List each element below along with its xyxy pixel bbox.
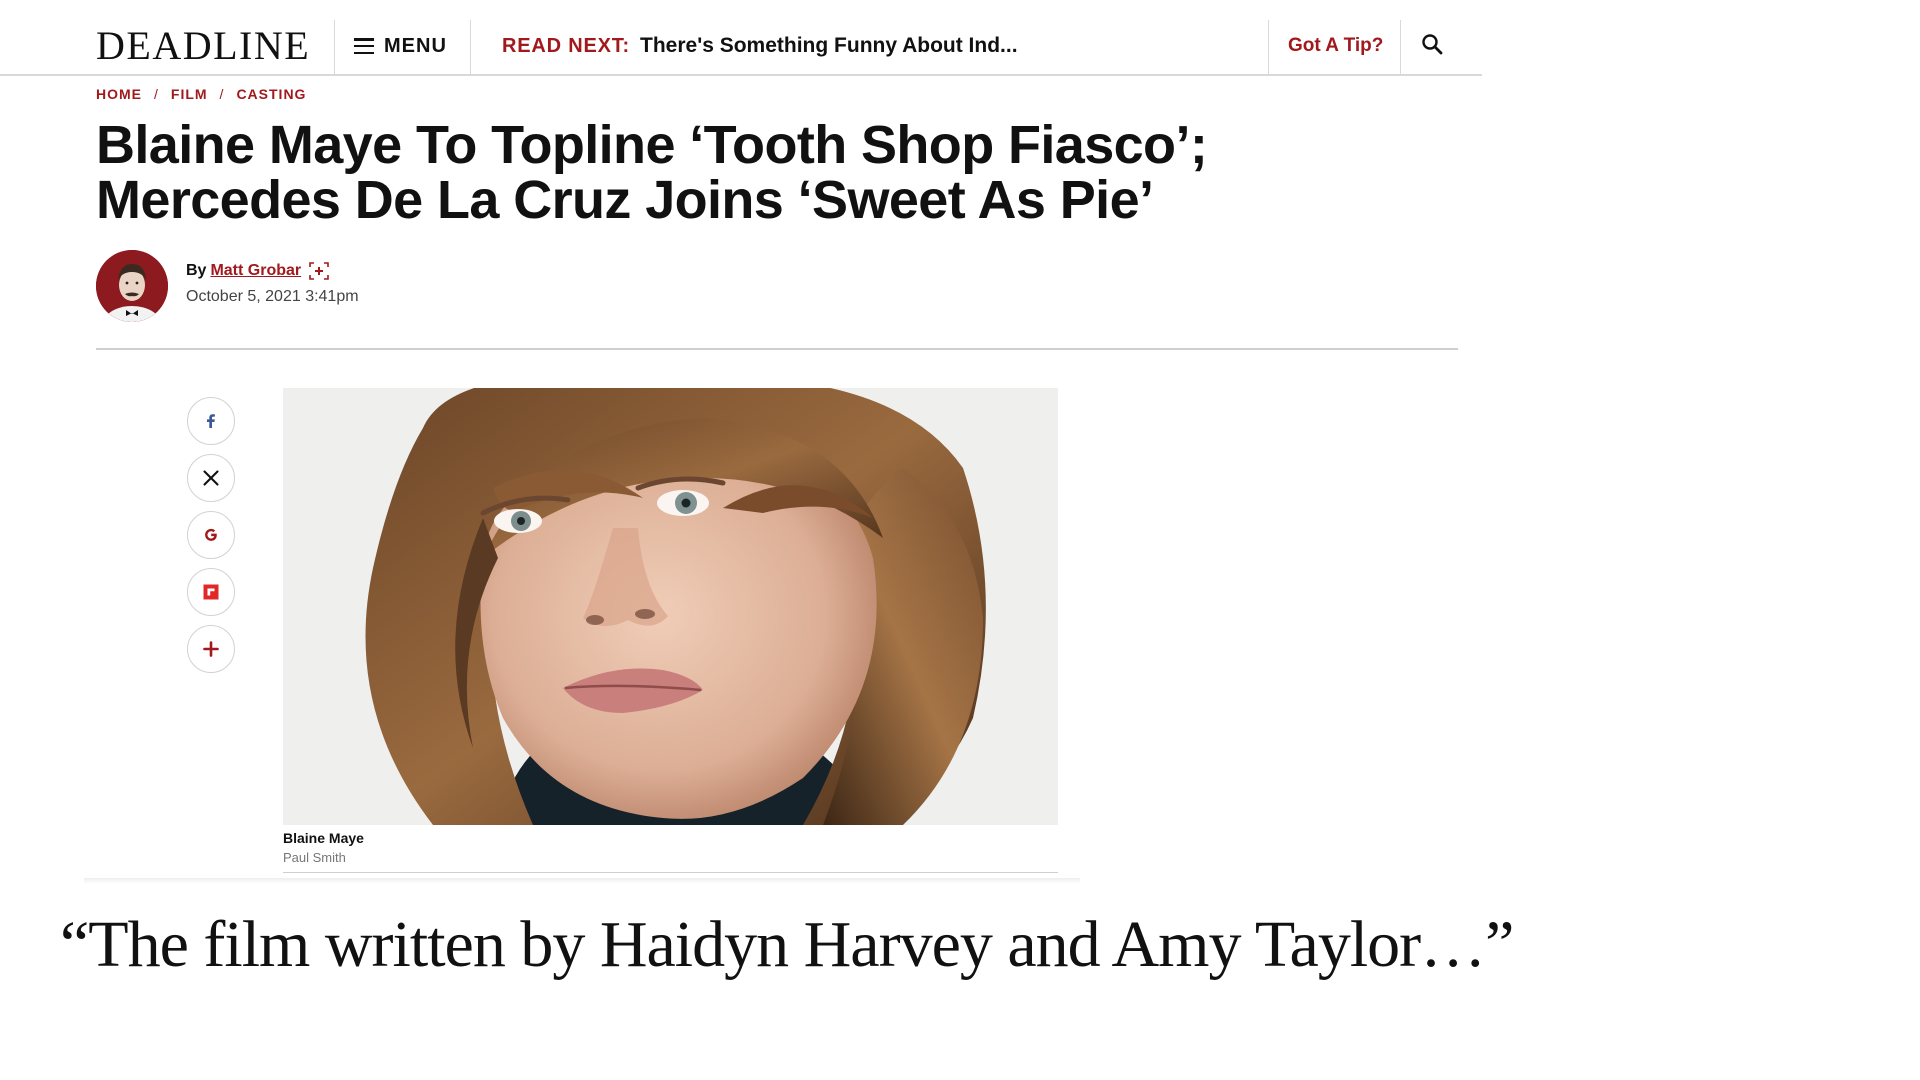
breadcrumb-home[interactable]: HOME bbox=[96, 86, 142, 102]
flipboard-icon bbox=[203, 584, 219, 600]
search-icon bbox=[1422, 34, 1443, 55]
header-divider bbox=[1268, 20, 1269, 76]
plus-icon bbox=[203, 641, 219, 657]
menu-button[interactable]: MENU bbox=[354, 28, 447, 64]
article-photo[interactable] bbox=[283, 388, 1058, 825]
follow-author-icon[interactable] bbox=[309, 262, 329, 280]
caption-divider bbox=[283, 872, 1058, 873]
photo-credit: Paul Smith bbox=[283, 850, 346, 865]
share-google-button[interactable] bbox=[187, 511, 235, 559]
share-more-button[interactable] bbox=[187, 625, 235, 673]
headline-line-1: Blaine Maye To Topline ‘Tooth Shop Fiasc… bbox=[96, 115, 1208, 175]
photo-caption-name: Blaine Maye bbox=[283, 830, 364, 846]
header-divider bbox=[470, 20, 471, 76]
breadcrumb: HOME / FILM / CASTING bbox=[96, 86, 306, 102]
header-divider bbox=[1400, 20, 1401, 76]
menu-label: MENU bbox=[384, 34, 447, 57]
portrait-image bbox=[283, 388, 1058, 825]
got-a-tip-link[interactable]: Got A Tip? bbox=[1288, 28, 1383, 64]
facebook-icon bbox=[207, 414, 215, 428]
hamburger-icon bbox=[354, 38, 374, 54]
author-avatar[interactable] bbox=[96, 250, 168, 322]
read-next-label: READ NEXT: bbox=[502, 34, 631, 57]
site-header: DEADLINE MENU READ NEXT: There's Somethi… bbox=[0, 0, 1482, 76]
author-link[interactable]: Matt Grobar bbox=[210, 262, 301, 280]
publish-date: October 5, 2021 3:41pm bbox=[186, 288, 359, 305]
search-button[interactable] bbox=[1418, 30, 1448, 60]
x-icon bbox=[203, 470, 219, 486]
share-x-button[interactable] bbox=[187, 454, 235, 502]
headline-line-2: Mercedes De La Cruz Joins ‘Sweet As Pie’ bbox=[96, 170, 1154, 230]
byline-prefix: By bbox=[186, 262, 207, 279]
read-next-link[interactable]: There's Something Funny About Ind... bbox=[640, 34, 1018, 58]
pull-quote: “The film written by Haidyn Harvey and A… bbox=[60, 908, 1514, 981]
author-portrait-image bbox=[96, 250, 168, 322]
article-headline: Blaine Maye To Topline ‘Tooth Shop Fiasc… bbox=[96, 118, 1396, 228]
breadcrumb-separator: / bbox=[154, 86, 159, 102]
share-facebook-button[interactable] bbox=[187, 397, 235, 445]
google-icon bbox=[205, 528, 217, 541]
breadcrumb-film[interactable]: FILM bbox=[171, 86, 208, 102]
content-fade bbox=[84, 878, 1080, 884]
header-divider bbox=[334, 20, 335, 76]
site-logo[interactable]: DEADLINE bbox=[96, 20, 310, 72]
breadcrumb-separator: / bbox=[219, 86, 225, 102]
byline: By Matt Grobar bbox=[186, 262, 329, 280]
share-flipboard-button[interactable] bbox=[187, 568, 235, 616]
read-next: READ NEXT: There's Something Funny About… bbox=[502, 28, 1018, 64]
breadcrumb-casting[interactable]: CASTING bbox=[236, 86, 306, 102]
byline-divider bbox=[96, 348, 1458, 350]
